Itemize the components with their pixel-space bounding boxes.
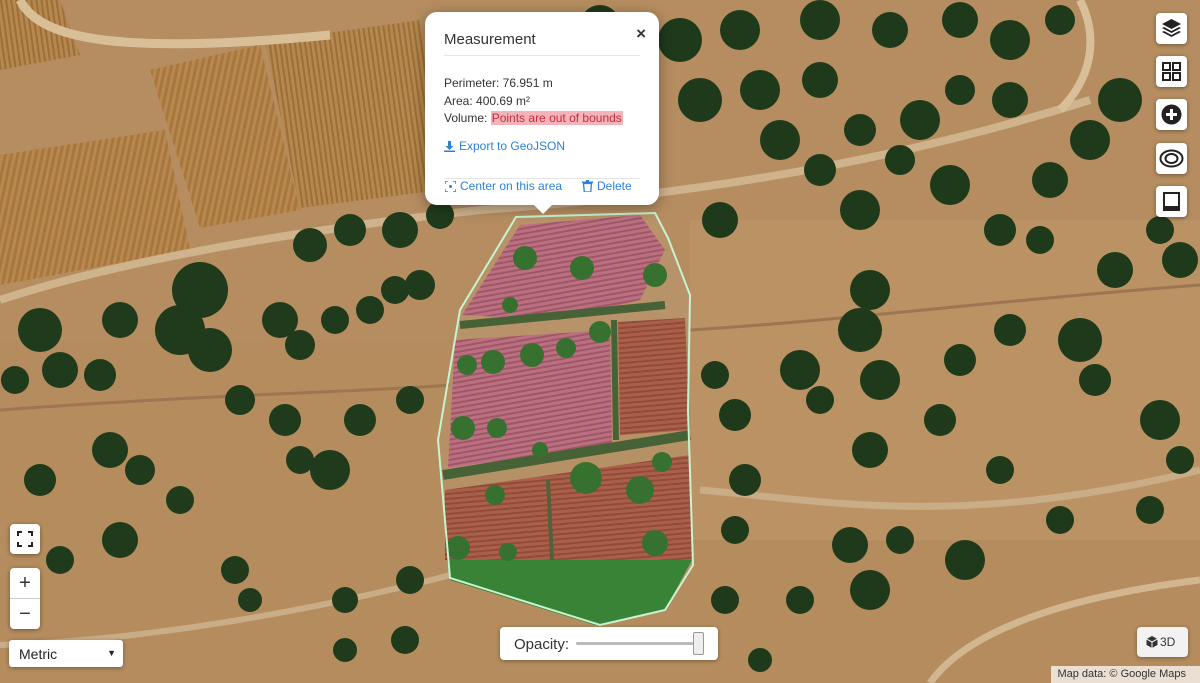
measurement-popup: Measurement × Perimeter: 76.951 m Area: … xyxy=(425,12,659,214)
add-measurement-button[interactable] xyxy=(1156,99,1187,130)
export-geojson-link[interactable]: Export to GeoJSON xyxy=(444,139,565,153)
trash-icon xyxy=(582,180,593,193)
zoom-control: + − xyxy=(10,568,40,629)
layers-button[interactable] xyxy=(1156,13,1187,44)
book-button[interactable] xyxy=(1156,186,1187,217)
units-value: Metric xyxy=(19,646,58,662)
volume-error: Points are out of bounds xyxy=(490,111,623,125)
opacity-label: Opacity: xyxy=(514,636,570,653)
3d-view-button[interactable]: 3D xyxy=(1137,627,1188,657)
units-select[interactable]: Metric ▼ xyxy=(9,640,123,667)
delete-label: Delete xyxy=(597,179,632,193)
cube-icon xyxy=(1146,636,1158,648)
volume-row: Volume: Points are out of bounds xyxy=(444,111,623,125)
delete-button[interactable]: Delete xyxy=(582,179,632,193)
eye-icon xyxy=(1159,149,1184,168)
area-value: Area: 400.69 m² xyxy=(444,94,531,108)
opacity-control: Opacity: xyxy=(500,627,718,660)
fullscreen-icon xyxy=(17,531,33,547)
opacity-slider[interactable] xyxy=(576,632,704,655)
map-attribution: Map data: © Google Maps xyxy=(1051,666,1200,683)
plus-circle-icon xyxy=(1161,104,1182,125)
center-area-button[interactable]: Center on this area xyxy=(444,179,563,193)
export-label: Export to GeoJSON xyxy=(459,139,566,153)
view-toggle-button[interactable] xyxy=(1156,143,1187,174)
layers-icon xyxy=(1162,19,1181,37)
perimeter-value: Perimeter: 76.951 m xyxy=(444,76,553,90)
grid-button[interactable] xyxy=(1156,56,1187,87)
popup-title: Measurement xyxy=(444,31,536,48)
close-icon[interactable]: × xyxy=(636,24,646,44)
zoom-out-button[interactable]: − xyxy=(10,599,40,629)
3d-label: 3D xyxy=(1160,635,1176,649)
book-icon xyxy=(1163,192,1180,211)
zoom-in-button[interactable]: + xyxy=(10,568,40,598)
volume-label: Volume: xyxy=(444,111,488,125)
download-icon xyxy=(444,141,455,152)
divider xyxy=(444,55,640,56)
opacity-slider-thumb[interactable] xyxy=(693,632,704,655)
fullscreen-button[interactable] xyxy=(10,524,40,554)
chevron-down-icon: ▼ xyxy=(107,648,116,658)
grid-icon xyxy=(1162,62,1181,81)
crosshair-icon xyxy=(444,180,457,193)
center-label: Center on this area xyxy=(460,179,563,193)
